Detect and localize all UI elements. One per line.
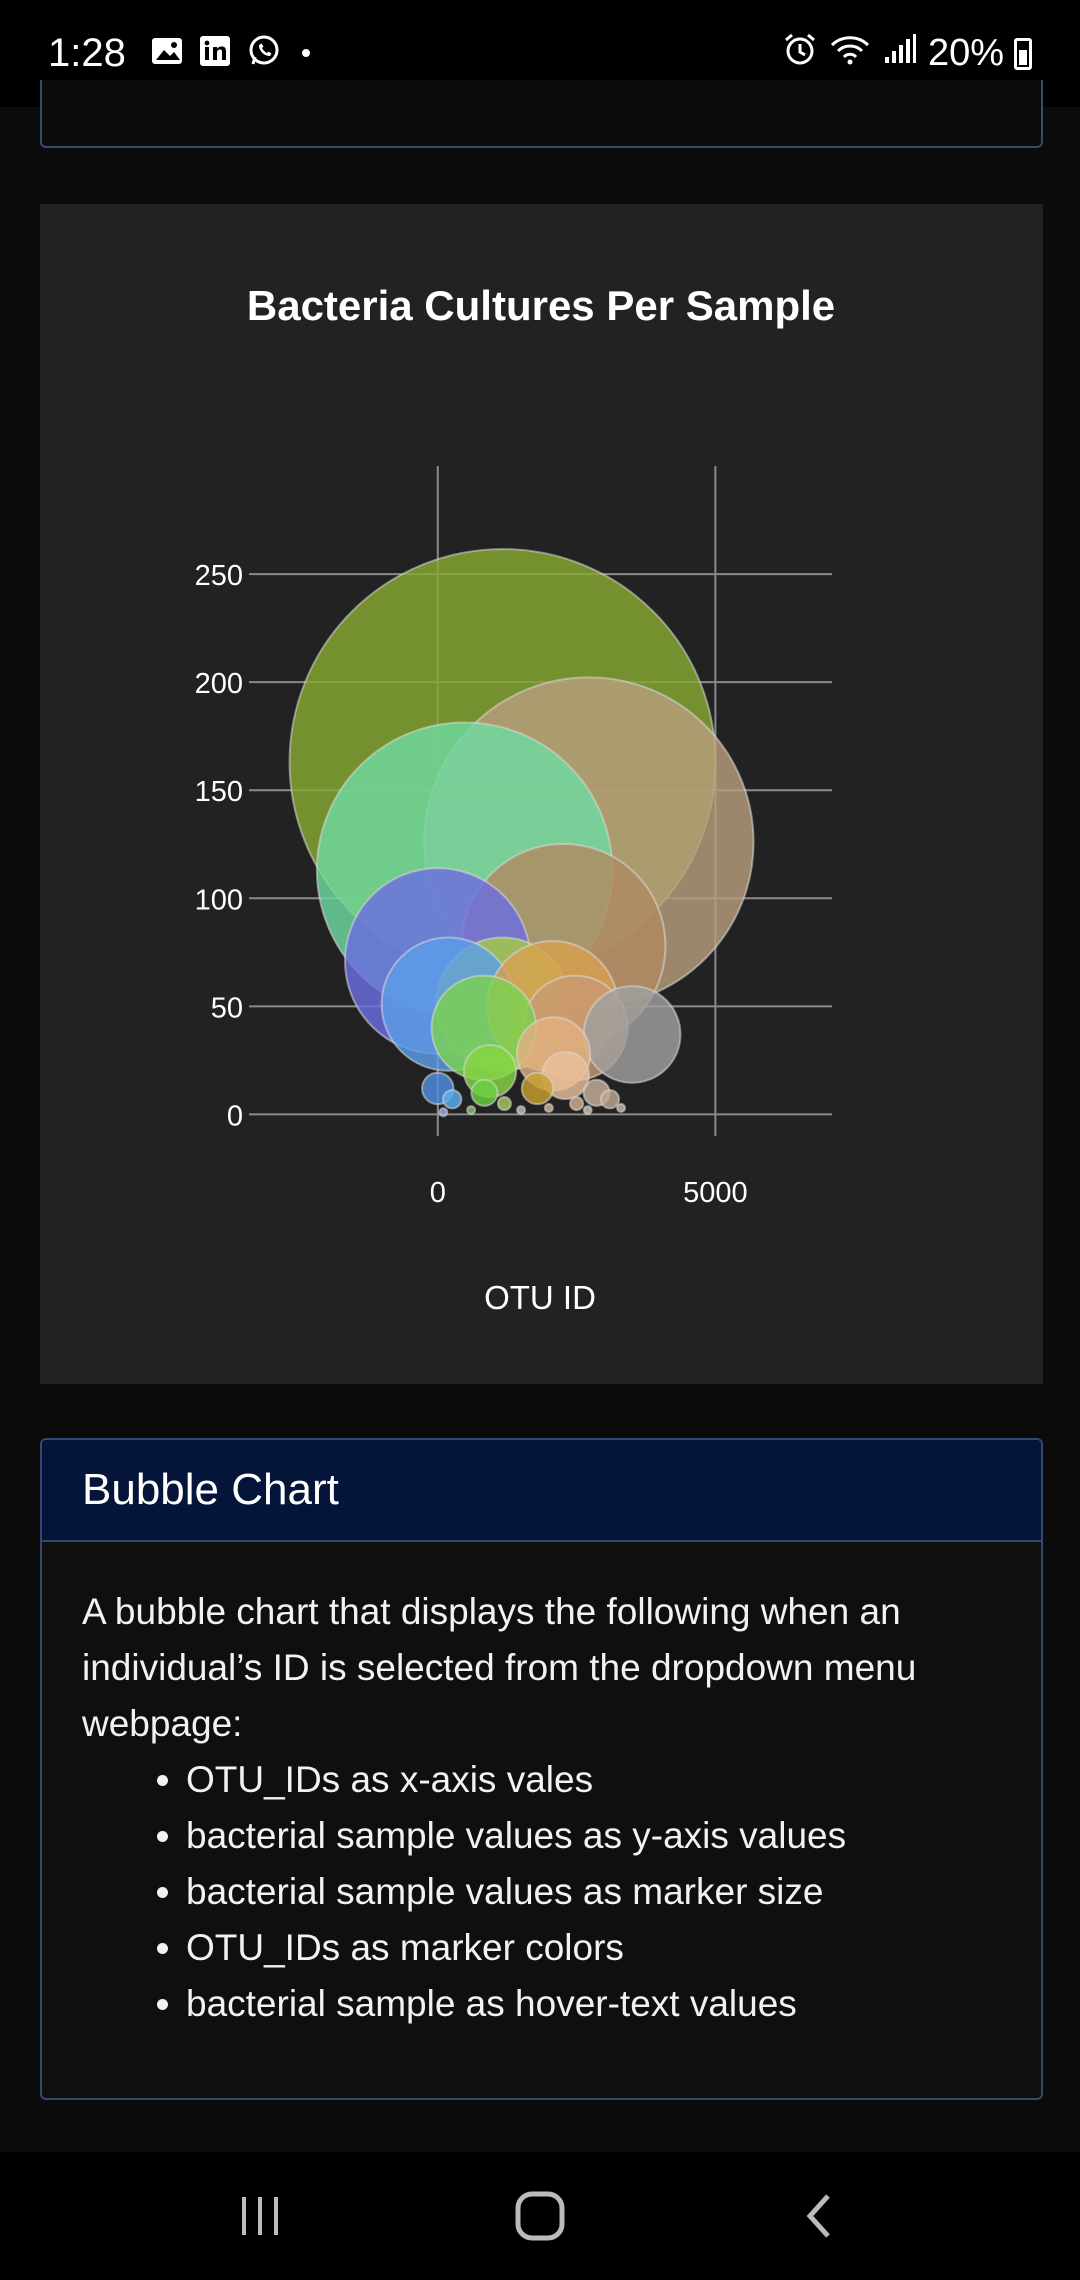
y-tick-label: 50 [211, 992, 243, 1024]
bubble-marker[interactable] [616, 1102, 627, 1113]
recent-apps-button[interactable] [210, 2176, 310, 2256]
bubble-chart-panel[interactable]: Bacteria Cultures Per Sample 0 50 100 150 20… [40, 204, 1043, 1384]
y-tick-label: 100 [195, 884, 243, 916]
bubbles[interactable] [288, 548, 755, 1118]
x-tick-label: 0 [430, 1177, 446, 1209]
alarm-icon [782, 31, 818, 77]
home-button[interactable] [490, 2176, 590, 2256]
bubble-marker[interactable] [582, 1105, 593, 1116]
feature-item: bacterial sample values as marker size [186, 1864, 1001, 1920]
bubble-chart[interactable]: Bacteria Cultures Per Sample 0 50 100 150 20… [40, 204, 1043, 1384]
whatsapp-icon [246, 33, 282, 74]
gallery-icon [150, 34, 184, 73]
bubble-marker[interactable] [466, 1105, 477, 1116]
y-tick-label: 250 [195, 560, 243, 592]
battery-percent: 20% [927, 32, 1004, 74]
bubble-marker[interactable] [496, 1096, 512, 1112]
back-button[interactable] [770, 2176, 870, 2256]
navigation-bar [0, 2152, 1080, 2280]
status-time: 1:28 [48, 31, 126, 75]
x-axis-label: OTU ID [484, 1279, 596, 1316]
y-tick-label: 0 [227, 1100, 243, 1132]
bubble-marker[interactable] [438, 1107, 449, 1118]
feature-item: bacterial sample values as y-axis values [186, 1808, 1001, 1864]
bubble-marker[interactable] [520, 1071, 555, 1106]
x-tick-label: 5000 [683, 1177, 748, 1209]
back-icon [806, 2194, 830, 2238]
bubble-marker[interactable] [442, 1089, 463, 1110]
wifi-icon [828, 31, 872, 77]
card-header: Bubble Chart [42, 1440, 1041, 1542]
feature-item: OTU_IDs as x-axis vales [186, 1752, 1001, 1808]
status-left: 1:28 [48, 31, 316, 76]
card-body: A bubble chart that displays the followi… [42, 1542, 1041, 2074]
bubble-marker[interactable] [599, 1089, 621, 1110]
feature-item: bacterial sample as hover-text values [186, 1976, 1001, 2032]
bubble-chart-card: Bubble Chart A bubble chart that display… [40, 1438, 1043, 2100]
bubble-marker[interactable] [470, 1078, 499, 1107]
feature-item: OTU_IDs as marker colors [186, 1920, 1001, 1976]
feature-list: OTU_IDs as x-axis vales bacterial sample… [186, 1752, 1001, 2032]
card-title: Bubble Chart [82, 1465, 339, 1514]
bubble-marker[interactable] [543, 1102, 554, 1113]
y-tick-label: 200 [195, 668, 243, 700]
y-tick-label: 150 [195, 776, 243, 808]
bubble-marker[interactable] [569, 1096, 585, 1112]
bubble-marker[interactable] [516, 1105, 527, 1116]
linkedin-icon [198, 34, 232, 73]
home-icon [515, 2191, 565, 2241]
card-intro: A bubble chart that displays the followi… [82, 1591, 917, 1744]
signal-icon [882, 31, 918, 77]
previous-card-edge [40, 80, 1043, 148]
status-right: 20% [782, 31, 1032, 77]
battery-icon [1014, 37, 1032, 70]
recent-apps-icon [242, 2197, 278, 2235]
bubble-marker[interactable] [582, 985, 682, 1084]
dot-icon [296, 34, 316, 73]
chart-title: Bacteria Cultures Per Sample [247, 282, 835, 329]
